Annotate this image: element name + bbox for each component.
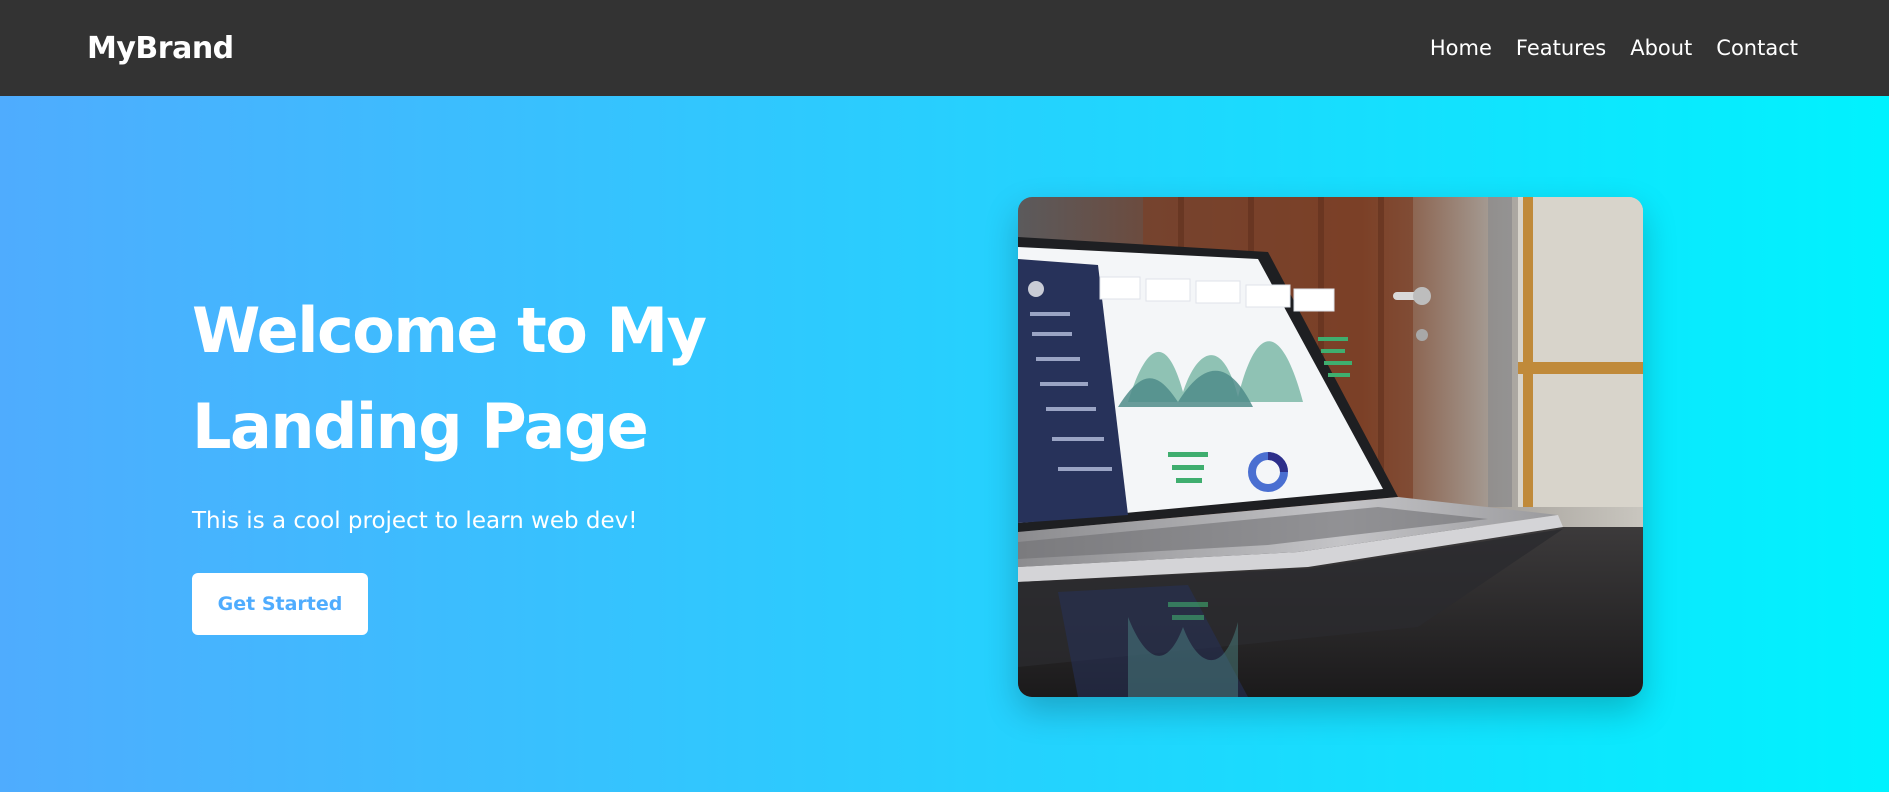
nav-links: Home Features About Contact — [1430, 36, 1798, 60]
nav-link-features[interactable]: Features — [1516, 36, 1606, 60]
brand-logo[interactable]: MyBrand — [87, 31, 234, 66]
laptop-photo — [1018, 197, 1643, 697]
nav-link-contact[interactable]: Contact — [1716, 36, 1798, 60]
navbar: MyBrand Home Features About Contact — [0, 0, 1889, 96]
get-started-button[interactable]: Get Started — [192, 573, 368, 635]
hero-subtitle: This is a cool project to learn web dev! — [192, 508, 638, 534]
nav-link-about[interactable]: About — [1630, 36, 1692, 60]
hero-text: Welcome to My Landing Page This is a coo… — [192, 283, 752, 635]
hero-title: Welcome to My Landing Page — [192, 294, 707, 463]
hero-section: Welcome to My Landing Page This is a coo… — [0, 96, 1889, 792]
nav-link-home[interactable]: Home — [1430, 36, 1492, 60]
hero-image — [1018, 197, 1643, 697]
